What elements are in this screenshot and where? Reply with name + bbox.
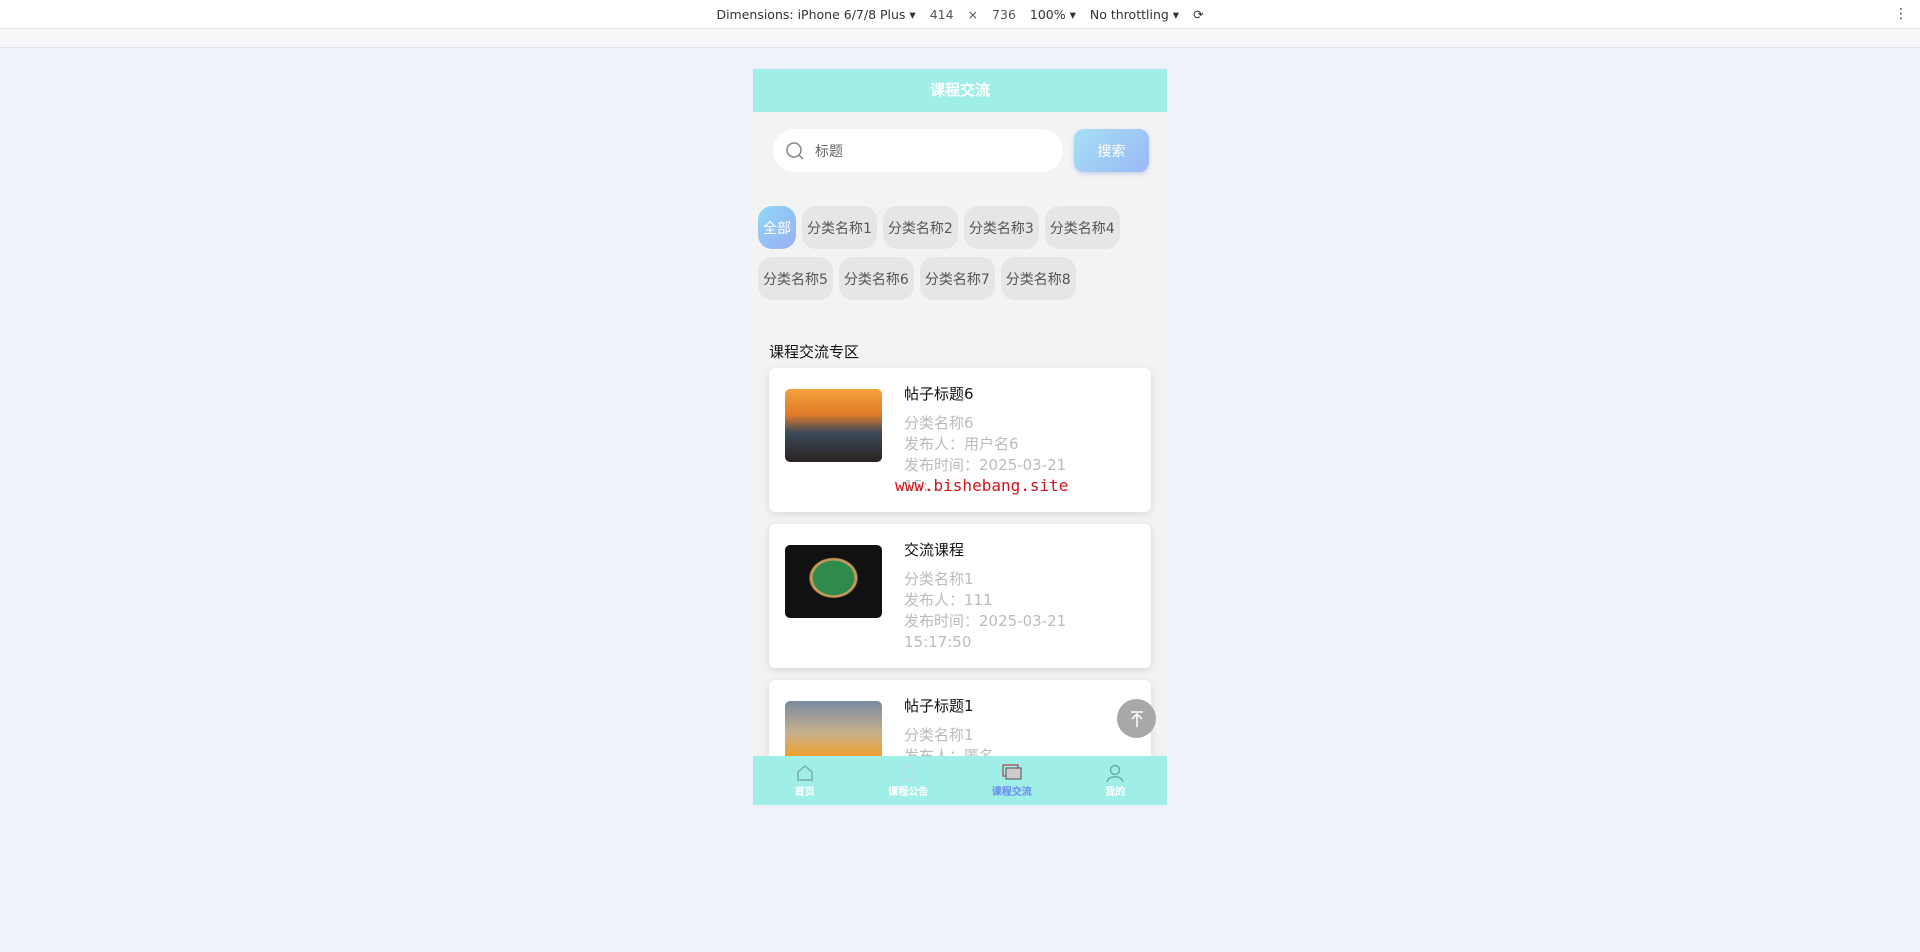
nav-item-chat[interactable]: 课程交流 [960,756,1064,805]
category-chip[interactable]: 分类名称1 [802,206,877,249]
post-time: 发布时间：2025-03-21 [904,612,1067,630]
device-select[interactable]: Dimensions: iPhone 6/7/8 Plus ▾ [716,7,915,22]
post-time-2: 15:17:50 [904,633,972,651]
search-input[interactable]: 标题 [773,129,1063,172]
category-chip[interactable]: 分类名称6 [838,257,914,300]
category-chip[interactable]: 分类名称7 [919,257,995,300]
media-query-bar [0,29,1920,48]
post-card[interactable]: 帖子标题6 分类名称6 发布人：用户名6 发布时间：2025-03-21 15:… [769,368,1151,512]
post-category: 分类名称1 [904,570,974,588]
throttle-select[interactable]: No throttling ▾ [1090,7,1179,22]
nav-label: 课程公告 [888,787,929,798]
category-chip[interactable]: 分类名称4 [1044,206,1120,249]
post-author: 发布人：用户名6 [904,435,1019,453]
chat-icon [1002,764,1022,780]
post-category: 分类名称6 [904,414,974,432]
post-thumbnail [785,389,882,462]
height-input[interactable]: 736 [992,7,1016,22]
category-filter: 全部 分类名称1 分类名称2 分类名称3 分类名称4 分类名称5 分类名称6 分… [758,206,1167,300]
nav-label: 课程交流 [991,787,1032,798]
category-chip-all[interactable]: 全部 [758,206,796,249]
nav-item-notice[interactable]: 课程公告 [857,756,961,805]
devtools-toolbar: Dimensions: iPhone 6/7/8 Plus ▾ 414 × 73… [0,0,1920,29]
nav-item-mine[interactable]: 我的 [1064,756,1168,805]
bottom-nav: 首页 课程公告 课程交流 我的 [753,756,1167,805]
back-to-top-button[interactable] [1117,699,1156,738]
phone-viewport: 课程交流 标题 搜索 全部 分类名称1 分类名称2 分类名称3 分类名称4 分类… [753,69,1167,805]
search-icon [786,141,804,160]
section-title: 课程交流专区 [769,343,860,361]
nav-label: 我的 [1105,787,1126,798]
post-thumbnail [785,545,882,618]
user-icon [1106,764,1124,783]
post-title: 帖子标题6 [904,385,974,403]
nav-label: 首页 [794,787,815,798]
category-chip[interactable]: 分类名称5 [758,257,833,300]
post-time: 发布时间：2025-03-21 [904,456,1067,474]
page-title: 课程交流 [753,69,1167,112]
post-author: 发布人：111 [904,591,993,609]
rotate-icon[interactable]: ⟳ [1193,7,1203,22]
arrow-up-icon [1130,710,1143,727]
width-input[interactable]: 414 [930,7,954,22]
home-icon [797,765,813,781]
zoom-select[interactable]: 100% ▾ [1030,7,1076,22]
notice-icon [902,765,914,781]
more-menu-icon[interactable]: ⋮ [1894,6,1908,22]
times-sign: × [967,6,979,22]
post-card[interactable]: 交流课程 分类名称1 发布人：111 发布时间：2025-03-21 15:17… [769,524,1151,668]
category-chip[interactable]: 分类名称2 [882,206,958,249]
post-title: 交流课程 [904,541,965,559]
search-button[interactable]: 搜索 [1074,129,1149,172]
post-category: 分类名称1 [904,726,974,744]
category-chip[interactable]: 分类名称3 [963,206,1039,249]
search-placeholder: 标题 [815,143,843,160]
nav-item-home[interactable]: 首页 [753,756,857,805]
watermark: www.bishebang.site [895,476,1069,495]
category-chip[interactable]: 分类名称8 [1000,257,1076,300]
post-title: 帖子标题1 [904,697,974,715]
